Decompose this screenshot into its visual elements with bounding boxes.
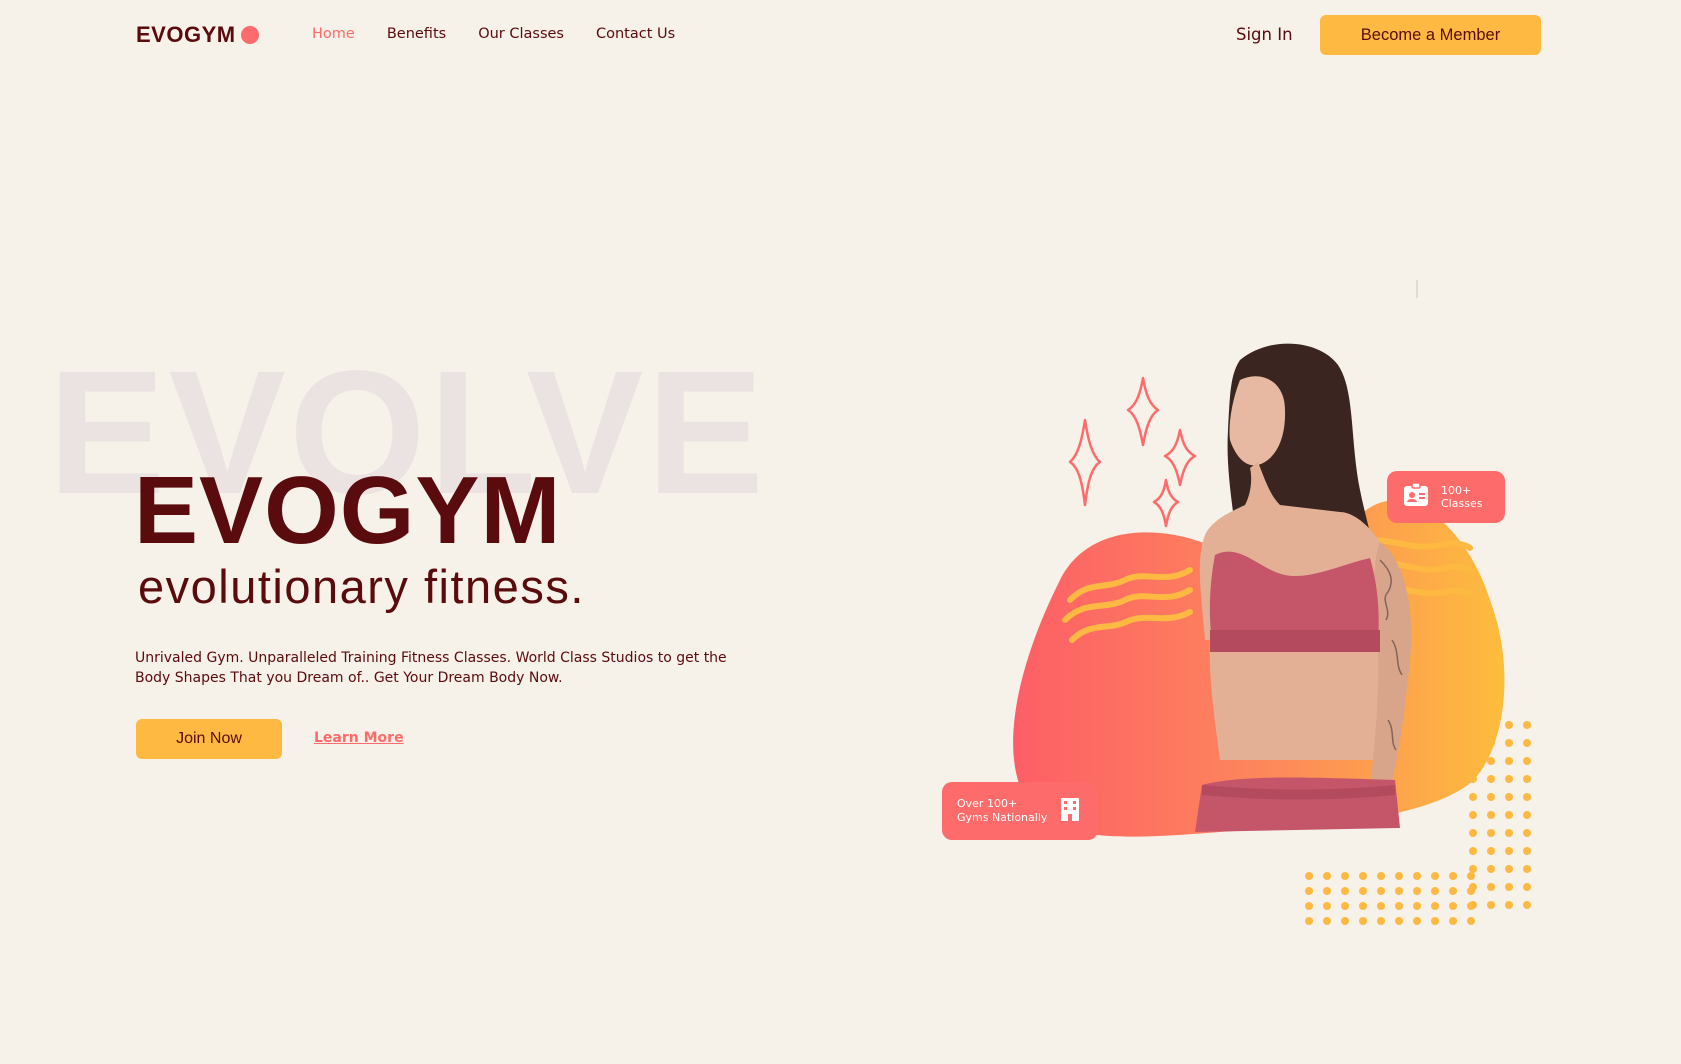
gyms-count: Over 100+ — [957, 797, 1018, 810]
gyms-badge: Over 100+ Gyms Nationally — [942, 782, 1098, 840]
gyms-label: Gyms Nationally — [957, 811, 1048, 824]
hero-subtitle: evolutionary fitness. — [138, 560, 585, 613]
logo-text: EVOGYM — [136, 22, 236, 47]
learn-more-link[interactable]: Learn More — [314, 730, 404, 746]
join-now-button[interactable]: Join Now — [136, 719, 282, 759]
id-card-icon — [1403, 482, 1429, 511]
gyms-badge-text: Over 100+ Gyms Nationally — [957, 797, 1047, 825]
athlete-figure — [1195, 343, 1412, 832]
classes-count: 100+ — [1441, 484, 1472, 497]
become-member-button[interactable]: Become a Member — [1320, 15, 1541, 55]
hero-description: Unrivaled Gym. Unparalleled Training Fit… — [135, 650, 727, 686]
logo[interactable]: EVOGYM — [136, 22, 259, 48]
sign-in-link[interactable]: Sign In — [1236, 25, 1293, 44]
nav-link-contact-us[interactable]: Contact Us — [596, 26, 675, 42]
classes-label: Classes — [1441, 497, 1483, 510]
classes-badge-text: 100+ Classes — [1441, 484, 1482, 510]
hero-title: EVOGYM — [134, 457, 562, 564]
logo-dot-icon — [240, 26, 259, 44]
nav-link-our-classes[interactable]: Our Classes — [478, 26, 564, 42]
nav-link-home[interactable]: Home — [312, 26, 355, 42]
nav-link-benefits[interactable]: Benefits — [387, 26, 446, 42]
sparkle-icon — [1068, 376, 1197, 528]
building-icon — [1059, 797, 1081, 825]
hero-illustration — [1013, 280, 1531, 925]
classes-badge: 100+ Classes — [1387, 471, 1505, 523]
main-nav: Home Benefits Our Classes Contact Us — [312, 26, 707, 42]
